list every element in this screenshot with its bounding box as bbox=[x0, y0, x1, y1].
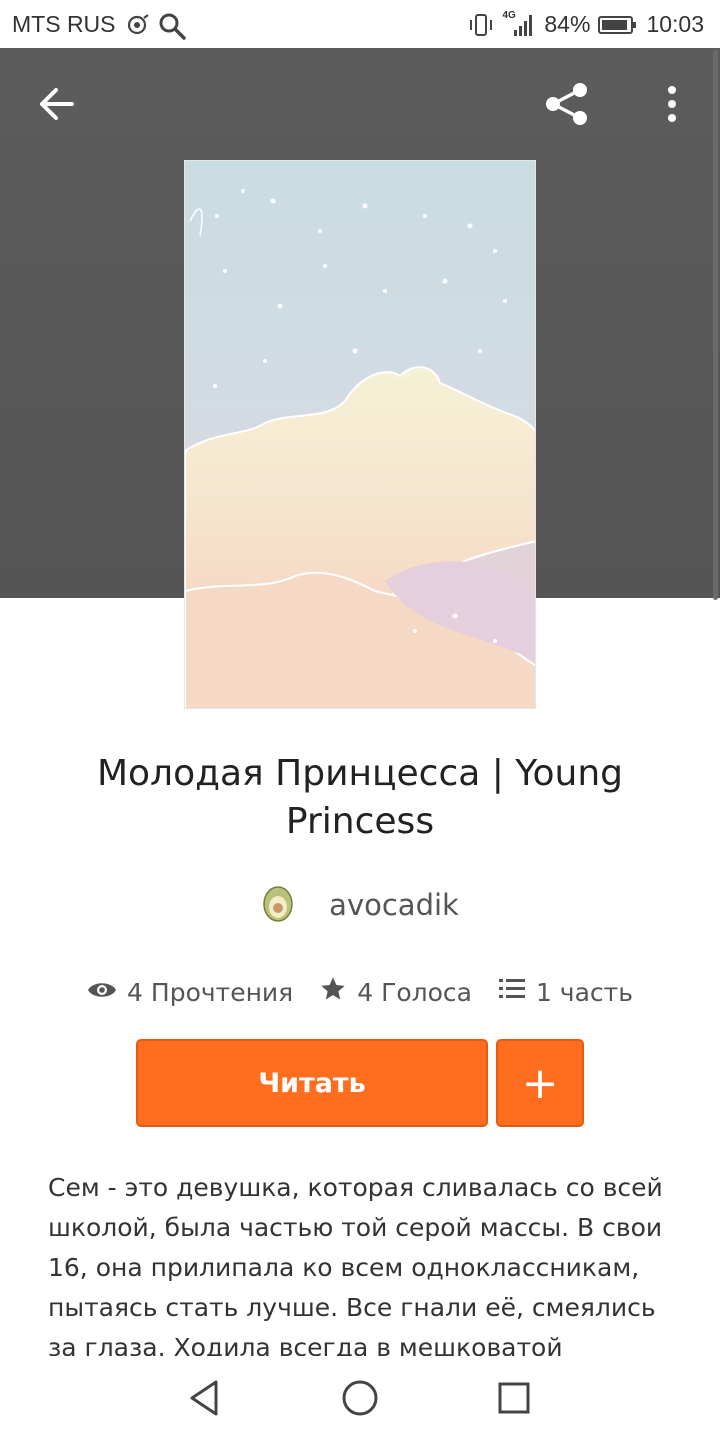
carrier-label: MTS RUS bbox=[12, 11, 116, 37]
list-icon bbox=[498, 977, 526, 1007]
nav-back-button[interactable] bbox=[184, 1376, 228, 1420]
story-stats: 4 Прочтения 4 Голоса 1 часть bbox=[0, 970, 720, 1014]
star-icon bbox=[319, 975, 347, 1009]
back-button[interactable] bbox=[30, 78, 82, 130]
more-options-button[interactable] bbox=[646, 78, 698, 130]
story-description: Сем - это девушка, которая сливалась со … bbox=[48, 1173, 663, 1356]
parts-stat: 1 часть bbox=[498, 977, 633, 1007]
cover-art bbox=[185, 161, 535, 708]
reads-stat: 4 Прочтения bbox=[87, 978, 293, 1007]
nav-home-button[interactable] bbox=[338, 1376, 382, 1420]
share-icon bbox=[540, 83, 592, 134]
battery-icon bbox=[598, 12, 638, 38]
more-vert-icon bbox=[646, 86, 698, 134]
clock: 10:03 bbox=[646, 11, 704, 37]
avatar[interactable] bbox=[261, 883, 295, 927]
votes-stat: 4 Голоса bbox=[319, 975, 472, 1009]
vibrate-icon bbox=[468, 12, 494, 38]
square-recents-icon bbox=[492, 1382, 536, 1424]
votes-count: 4 Голоса bbox=[357, 977, 472, 1007]
signal-icon: 4G bbox=[502, 9, 536, 38]
hotspot-icon bbox=[124, 12, 150, 38]
plus-icon: + bbox=[521, 1057, 559, 1109]
eye-icon bbox=[87, 978, 117, 1007]
reads-count: 4 Прочтения bbox=[127, 977, 294, 1007]
scrollbar[interactable] bbox=[713, 50, 718, 600]
read-button[interactable]: Читать bbox=[136, 1039, 488, 1127]
battery-label: 84% bbox=[544, 11, 591, 37]
arrow-left-icon bbox=[30, 88, 82, 134]
triangle-back-icon bbox=[184, 1380, 228, 1424]
search-icon bbox=[158, 12, 186, 40]
circle-home-icon bbox=[338, 1380, 382, 1424]
network-label: 4G bbox=[502, 9, 516, 21]
parts-count: 1 часть bbox=[535, 977, 633, 1007]
author-row[interactable]: avocadik bbox=[0, 880, 720, 930]
add-to-library-button[interactable]: + bbox=[496, 1039, 584, 1127]
status-bar: MTS RUS 4G 84% 10:03 bbox=[0, 0, 720, 48]
system-nav-bar bbox=[0, 1356, 720, 1440]
story-cover[interactable] bbox=[184, 160, 536, 709]
share-button[interactable] bbox=[540, 78, 592, 130]
story-title: Молодая Принцесса | Young Princess bbox=[96, 753, 624, 842]
author-name[interactable]: avocadik bbox=[329, 888, 459, 922]
nav-recents-button[interactable] bbox=[492, 1376, 536, 1420]
